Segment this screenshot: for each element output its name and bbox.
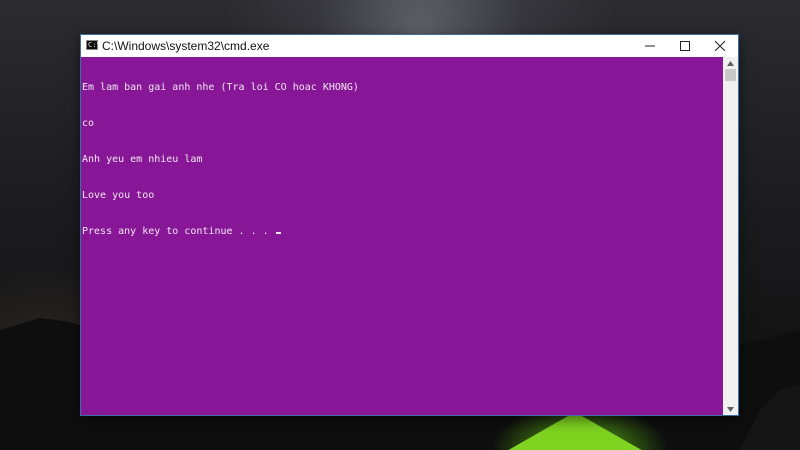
- chevron-up-icon: [727, 60, 734, 66]
- cmd-icon-label: C:\: [88, 41, 101, 49]
- console-text: Em lam ban gai anh nhe (Tra loi CO hoac …: [82, 58, 359, 262]
- scroll-down-button[interactable]: [723, 403, 738, 415]
- console-line-message: Anh yeu em nhieu lam: [82, 154, 203, 165]
- minimize-icon: [645, 45, 655, 47]
- title-bar[interactable]: C:\ C:\Windows\system32\cmd.exe: [81, 35, 738, 57]
- scroll-thumb[interactable]: [725, 69, 736, 81]
- close-button[interactable]: [703, 35, 737, 57]
- pause-text: Press any key to continue . . .: [82, 226, 275, 237]
- close-icon: [715, 41, 725, 51]
- maximize-button[interactable]: [668, 35, 702, 57]
- tent-image: [505, 412, 645, 450]
- console-line-answer: co: [82, 118, 95, 129]
- console-line-reply: Love you too: [82, 190, 155, 201]
- console-line-pause: Press any key to continue . . .: [82, 226, 359, 238]
- chevron-down-icon: [727, 406, 734, 412]
- cmd-window[interactable]: C:\ C:\Windows\system32\cmd.exe Em lam b…: [81, 35, 738, 415]
- text-cursor: [275, 232, 281, 234]
- minimize-button[interactable]: [633, 35, 667, 57]
- cmd-app-icon: C:\: [86, 40, 101, 50]
- maximize-icon: [680, 41, 690, 51]
- scroll-up-button[interactable]: [723, 57, 738, 69]
- window-title: C:\Windows\system32\cmd.exe: [102, 39, 270, 53]
- vertical-scrollbar[interactable]: [723, 57, 738, 415]
- console-output-area[interactable]: Em lam ban gai anh nhe (Tra loi CO hoac …: [81, 57, 723, 415]
- console-line-prompt: Em lam ban gai anh nhe (Tra loi CO hoac …: [82, 82, 359, 93]
